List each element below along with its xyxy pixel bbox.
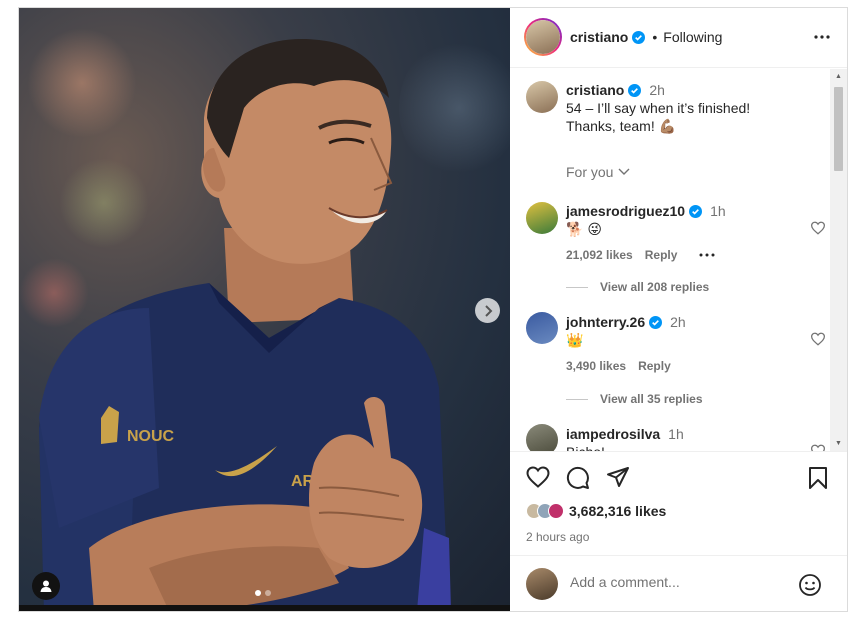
replies-divider: [566, 398, 588, 400]
carousel-dot-active: [255, 590, 261, 596]
save-button[interactable]: [808, 466, 828, 495]
view-replies-label: View all 35 replies: [600, 392, 703, 406]
reply-button[interactable]: Reply: [638, 359, 671, 373]
view-replies-button[interactable]: View all 208 replies: [566, 280, 709, 294]
comment-item: johnterry.26 2h 👑 3,490 likes Reply: [566, 313, 686, 373]
share-icon: [607, 467, 629, 487]
scroll-up-arrow[interactable]: ▲: [835, 73, 842, 80]
comment-time: 2h: [670, 314, 686, 330]
carousel-indicator: [255, 590, 271, 596]
comment-time: 1h: [710, 203, 726, 219]
likes-summary[interactable]: 3,682,316 likes: [526, 503, 666, 519]
comment-item: jamesrodriguez10 1h 🐕 😜 21,092 likes Rep…: [566, 202, 726, 262]
replies-divider: [566, 286, 588, 288]
posted-time: 2 hours ago: [526, 530, 590, 544]
comment-username[interactable]: jamesrodriguez10: [566, 202, 685, 220]
scrollbar-thumb[interactable]: [834, 87, 843, 171]
comment-username[interactable]: johnterry.26: [566, 313, 645, 331]
comment-text: 👑: [566, 332, 584, 348]
caption-line: 54 – I’ll say when it’s finished!: [566, 100, 751, 116]
author-username[interactable]: cristiano: [570, 29, 628, 45]
caption-time: 2h: [649, 82, 665, 98]
comment-input[interactable]: [570, 574, 790, 590]
verified-icon: [649, 315, 663, 329]
user-tag-icon: [40, 580, 52, 592]
next-photo-button[interactable]: [475, 298, 500, 323]
verified-icon: [628, 83, 642, 97]
post-side-panel: cristiano • Following cristiano 2h 54 – …: [510, 8, 847, 611]
caption-line: Thanks, team! 💪🏽: [566, 118, 677, 134]
likes-count[interactable]: 3,682,316 likes: [569, 503, 666, 519]
comment-text: Bicho!: [566, 443, 684, 451]
share-button[interactable]: [606, 466, 630, 493]
post-dialog: NOUC ARO cristiano • Following cristiano…: [18, 7, 848, 612]
translation-toggle[interactable]: For you: [566, 164, 631, 180]
like-comment-button[interactable]: [810, 221, 826, 240]
comment-time: 1h: [668, 426, 684, 442]
following-button[interactable]: Following: [663, 29, 722, 45]
heart-icon: [810, 444, 826, 451]
more-options-button[interactable]: [813, 28, 831, 51]
emoji-button[interactable]: [798, 573, 822, 602]
reply-button[interactable]: Reply: [645, 248, 678, 262]
author-info: cristiano • Following: [570, 29, 722, 45]
more-icon: [814, 35, 830, 39]
emoji-icon: [799, 574, 821, 596]
heart-icon: [810, 221, 826, 235]
commenter-avatar[interactable]: [526, 424, 558, 451]
verified-icon: [689, 204, 703, 218]
comment-username[interactable]: iampedrosilva: [566, 425, 660, 443]
comment-likes[interactable]: 3,490 likes: [566, 359, 626, 373]
svg-text:NOUC: NOUC: [127, 428, 175, 445]
comment-button[interactable]: [566, 466, 590, 495]
scroll-down-arrow[interactable]: ▼: [835, 440, 842, 447]
comment-composer: [510, 555, 847, 612]
bookmark-icon: [809, 467, 827, 489]
media-bottom-edge: [19, 605, 510, 611]
caption-username[interactable]: cristiano: [566, 81, 624, 99]
post-photo[interactable]: NOUC ARO: [19, 8, 510, 611]
heart-icon: [810, 332, 826, 346]
chevron-down-icon: [618, 168, 630, 175]
liker-avatar: [548, 503, 564, 519]
like-comment-button[interactable]: [810, 444, 826, 451]
view-replies-label: View all 208 replies: [600, 280, 710, 294]
post-actions: 3,682,316 likes 2 hours ago: [510, 451, 847, 611]
like-comment-button[interactable]: [810, 332, 826, 351]
comment-likes[interactable]: 21,092 likes: [566, 248, 633, 262]
translation-label: For you: [566, 164, 614, 180]
commenter-avatar[interactable]: [526, 202, 558, 234]
verified-icon: [632, 30, 646, 44]
chevron-right-icon: [484, 304, 492, 317]
heart-icon: [526, 466, 550, 488]
comment-item: iampedrosilva 1h Bicho!: [566, 425, 684, 451]
comments-list[interactable]: cristiano 2h 54 – I’ll say when it’s fin…: [510, 69, 830, 451]
like-button[interactable]: [526, 466, 550, 493]
player-illustration: NOUC ARO: [39, 38, 451, 611]
comments-scrollbar[interactable]: ▲ ▼: [830, 69, 847, 451]
view-replies-button[interactable]: View all 35 replies: [566, 392, 703, 406]
author-avatar[interactable]: [524, 18, 562, 56]
comment-icon: [566, 466, 589, 489]
my-avatar: [526, 568, 558, 600]
user-tag-button[interactable]: [32, 572, 60, 600]
post-header: cristiano • Following: [510, 8, 847, 68]
commenter-avatar[interactable]: [526, 312, 558, 344]
caption: cristiano 2h 54 – I’ll say when it’s fin…: [566, 81, 816, 135]
author-avatar[interactable]: [526, 81, 558, 113]
comment-text: 🐕 😜: [566, 221, 602, 237]
more-icon[interactable]: [699, 252, 715, 258]
carousel-dot: [265, 590, 271, 596]
separator-dot: •: [652, 29, 658, 45]
